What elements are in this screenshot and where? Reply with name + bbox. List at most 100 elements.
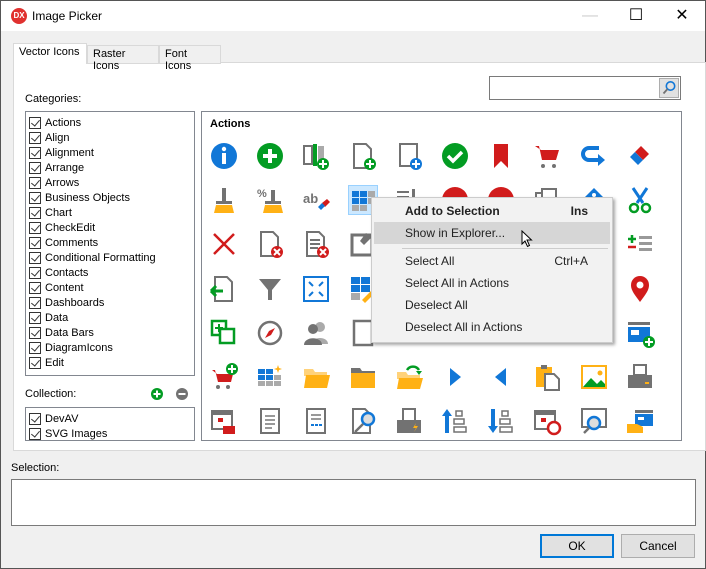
category-item[interactable]: Dashboards (29, 295, 104, 310)
checkbox[interactable] (29, 281, 41, 294)
checkbox[interactable] (29, 236, 41, 249)
remove-collection-button[interactable] (176, 388, 188, 400)
gallery-item-open-folder[interactable] (301, 362, 331, 392)
gallery-item-zoom-view[interactable] (579, 406, 609, 436)
add-collection-button[interactable] (151, 388, 163, 400)
menu-item-deselect-all[interactable]: Deselect All (374, 294, 610, 316)
tab-raster-icons[interactable]: Raster Icons (87, 45, 159, 72)
tab-vector-icons[interactable]: Vector Icons (13, 43, 87, 64)
gallery-item-add[interactable] (255, 141, 285, 171)
gallery-item-folder[interactable] (348, 362, 378, 392)
ok-button[interactable]: OK (540, 534, 614, 558)
gallery-item-open-folder-refresh[interactable] (394, 362, 424, 392)
menu-item-show-in-explorer[interactable]: Show in Explorer... (374, 222, 610, 244)
gallery-item-new-document[interactable] (348, 141, 378, 171)
menu-item-select-all-in-actions[interactable]: Select All in Actions (374, 272, 610, 294)
collection-item[interactable]: SVG Images (29, 426, 107, 440)
gallery-item-table-document[interactable] (301, 406, 331, 436)
category-item[interactable]: Comments (29, 235, 98, 250)
checkbox[interactable] (29, 341, 41, 354)
gallery-item-redo[interactable] (579, 141, 609, 171)
gallery-item-clear-text[interactable]: ab (301, 185, 331, 215)
gallery-item-add-to-cart-2[interactable] (209, 362, 239, 392)
gallery-item-next[interactable] (440, 362, 470, 392)
checkbox[interactable] (29, 161, 41, 174)
gallery-item-filter[interactable] (255, 274, 285, 304)
category-item[interactable]: Data (29, 310, 68, 325)
gallery-item-add-item[interactable] (209, 318, 239, 348)
checkbox[interactable] (29, 412, 41, 425)
gallery-item-bookmark[interactable] (486, 141, 516, 171)
gallery-item-pay[interactable] (625, 406, 655, 436)
collection-list[interactable]: DevAV SVG Images (25, 407, 195, 441)
checkbox[interactable] (29, 146, 41, 159)
gallery-item-group-users[interactable] (301, 318, 331, 348)
category-item[interactable]: Contacts (29, 265, 88, 280)
category-item[interactable]: Arrange (29, 160, 84, 175)
gallery-item-new-window[interactable] (625, 318, 655, 348)
gallery-item-delete-list[interactable] (301, 229, 331, 259)
gallery-item-close[interactable] (209, 229, 239, 259)
category-item[interactable]: DiagramIcons (29, 340, 113, 355)
gallery-item-paste[interactable] (532, 362, 562, 392)
collection-item[interactable]: DevAV (29, 411, 78, 426)
gallery-item-clear-percent[interactable]: % (255, 185, 285, 215)
gallery-item-add-list[interactable] (625, 229, 655, 259)
selection-box[interactable] (11, 479, 696, 526)
checkbox[interactable] (29, 326, 41, 339)
search-button[interactable] (659, 78, 679, 98)
gallery-item-picture[interactable] (579, 362, 609, 392)
gallery-item-info[interactable] (209, 141, 239, 171)
checkbox[interactable] (29, 356, 41, 369)
category-item[interactable]: Edit (29, 355, 64, 370)
checkbox[interactable] (29, 191, 41, 204)
gallery-item-add-column[interactable] (301, 141, 331, 171)
gallery-item-print[interactable] (625, 362, 655, 392)
gallery-item-move-up[interactable] (440, 406, 470, 436)
gallery-item-map-pin[interactable] (625, 274, 655, 304)
menu-item-select-all[interactable]: Select All Ctrl+A (374, 250, 610, 272)
search-input[interactable] (493, 78, 658, 98)
tab-font-icons[interactable]: Font Icons (159, 45, 221, 72)
gallery-item-search-document[interactable] (348, 406, 378, 436)
checkbox[interactable] (29, 176, 41, 189)
checkbox[interactable] (29, 266, 41, 279)
gallery-item-fullscreen[interactable] (301, 274, 331, 304)
gallery-item-apply[interactable] (440, 141, 470, 171)
category-item[interactable]: Actions (29, 115, 81, 130)
checkbox[interactable] (29, 131, 41, 144)
gallery-item-new-table[interactable] (255, 362, 285, 392)
checkbox[interactable] (29, 206, 41, 219)
category-item[interactable]: Conditional Formatting (29, 250, 156, 265)
checkbox[interactable] (29, 251, 41, 264)
checkbox[interactable] (29, 296, 41, 309)
category-item[interactable]: Data Bars (29, 325, 94, 340)
cancel-button[interactable]: Cancel (621, 534, 695, 558)
gallery-item-compass[interactable] (255, 318, 285, 348)
checkbox[interactable] (29, 221, 41, 234)
gallery-item-delete-document[interactable] (255, 229, 285, 259)
menu-item-deselect-all-in-actions[interactable]: Deselect All in Actions (374, 316, 610, 338)
menu-item-add-to-selection[interactable]: Add to Selection Ins (374, 200, 610, 222)
category-item[interactable]: Align (29, 130, 69, 145)
gallery-item-move-down[interactable] (486, 406, 516, 436)
category-item[interactable]: CheckEdit (29, 220, 95, 235)
gallery-item-schedule-alarm[interactable] (532, 406, 562, 436)
search-box[interactable] (489, 76, 681, 100)
gallery-item-delete-schedule[interactable] (209, 406, 239, 436)
gallery-item-clear-formatting[interactable] (209, 185, 239, 215)
category-item[interactable]: Chart (29, 205, 72, 220)
minimize-button[interactable]: — (567, 1, 613, 31)
gallery-item-text-document[interactable] (255, 406, 285, 436)
gallery-item-cut[interactable] (625, 185, 655, 215)
close-button[interactable]: ✕ (659, 1, 705, 31)
gallery-item-print-lightning[interactable] (394, 406, 424, 436)
gallery-item-add-to-cart[interactable] (532, 141, 562, 171)
checkbox[interactable] (29, 116, 41, 129)
category-item[interactable]: Alignment (29, 145, 94, 160)
category-item[interactable]: Business Objects (29, 190, 130, 205)
category-item[interactable]: Content (29, 280, 84, 295)
category-item[interactable]: Arrows (29, 175, 79, 190)
gallery-item-exit-document[interactable] (209, 274, 239, 304)
gallery-item-new-document-blue[interactable] (394, 141, 424, 171)
